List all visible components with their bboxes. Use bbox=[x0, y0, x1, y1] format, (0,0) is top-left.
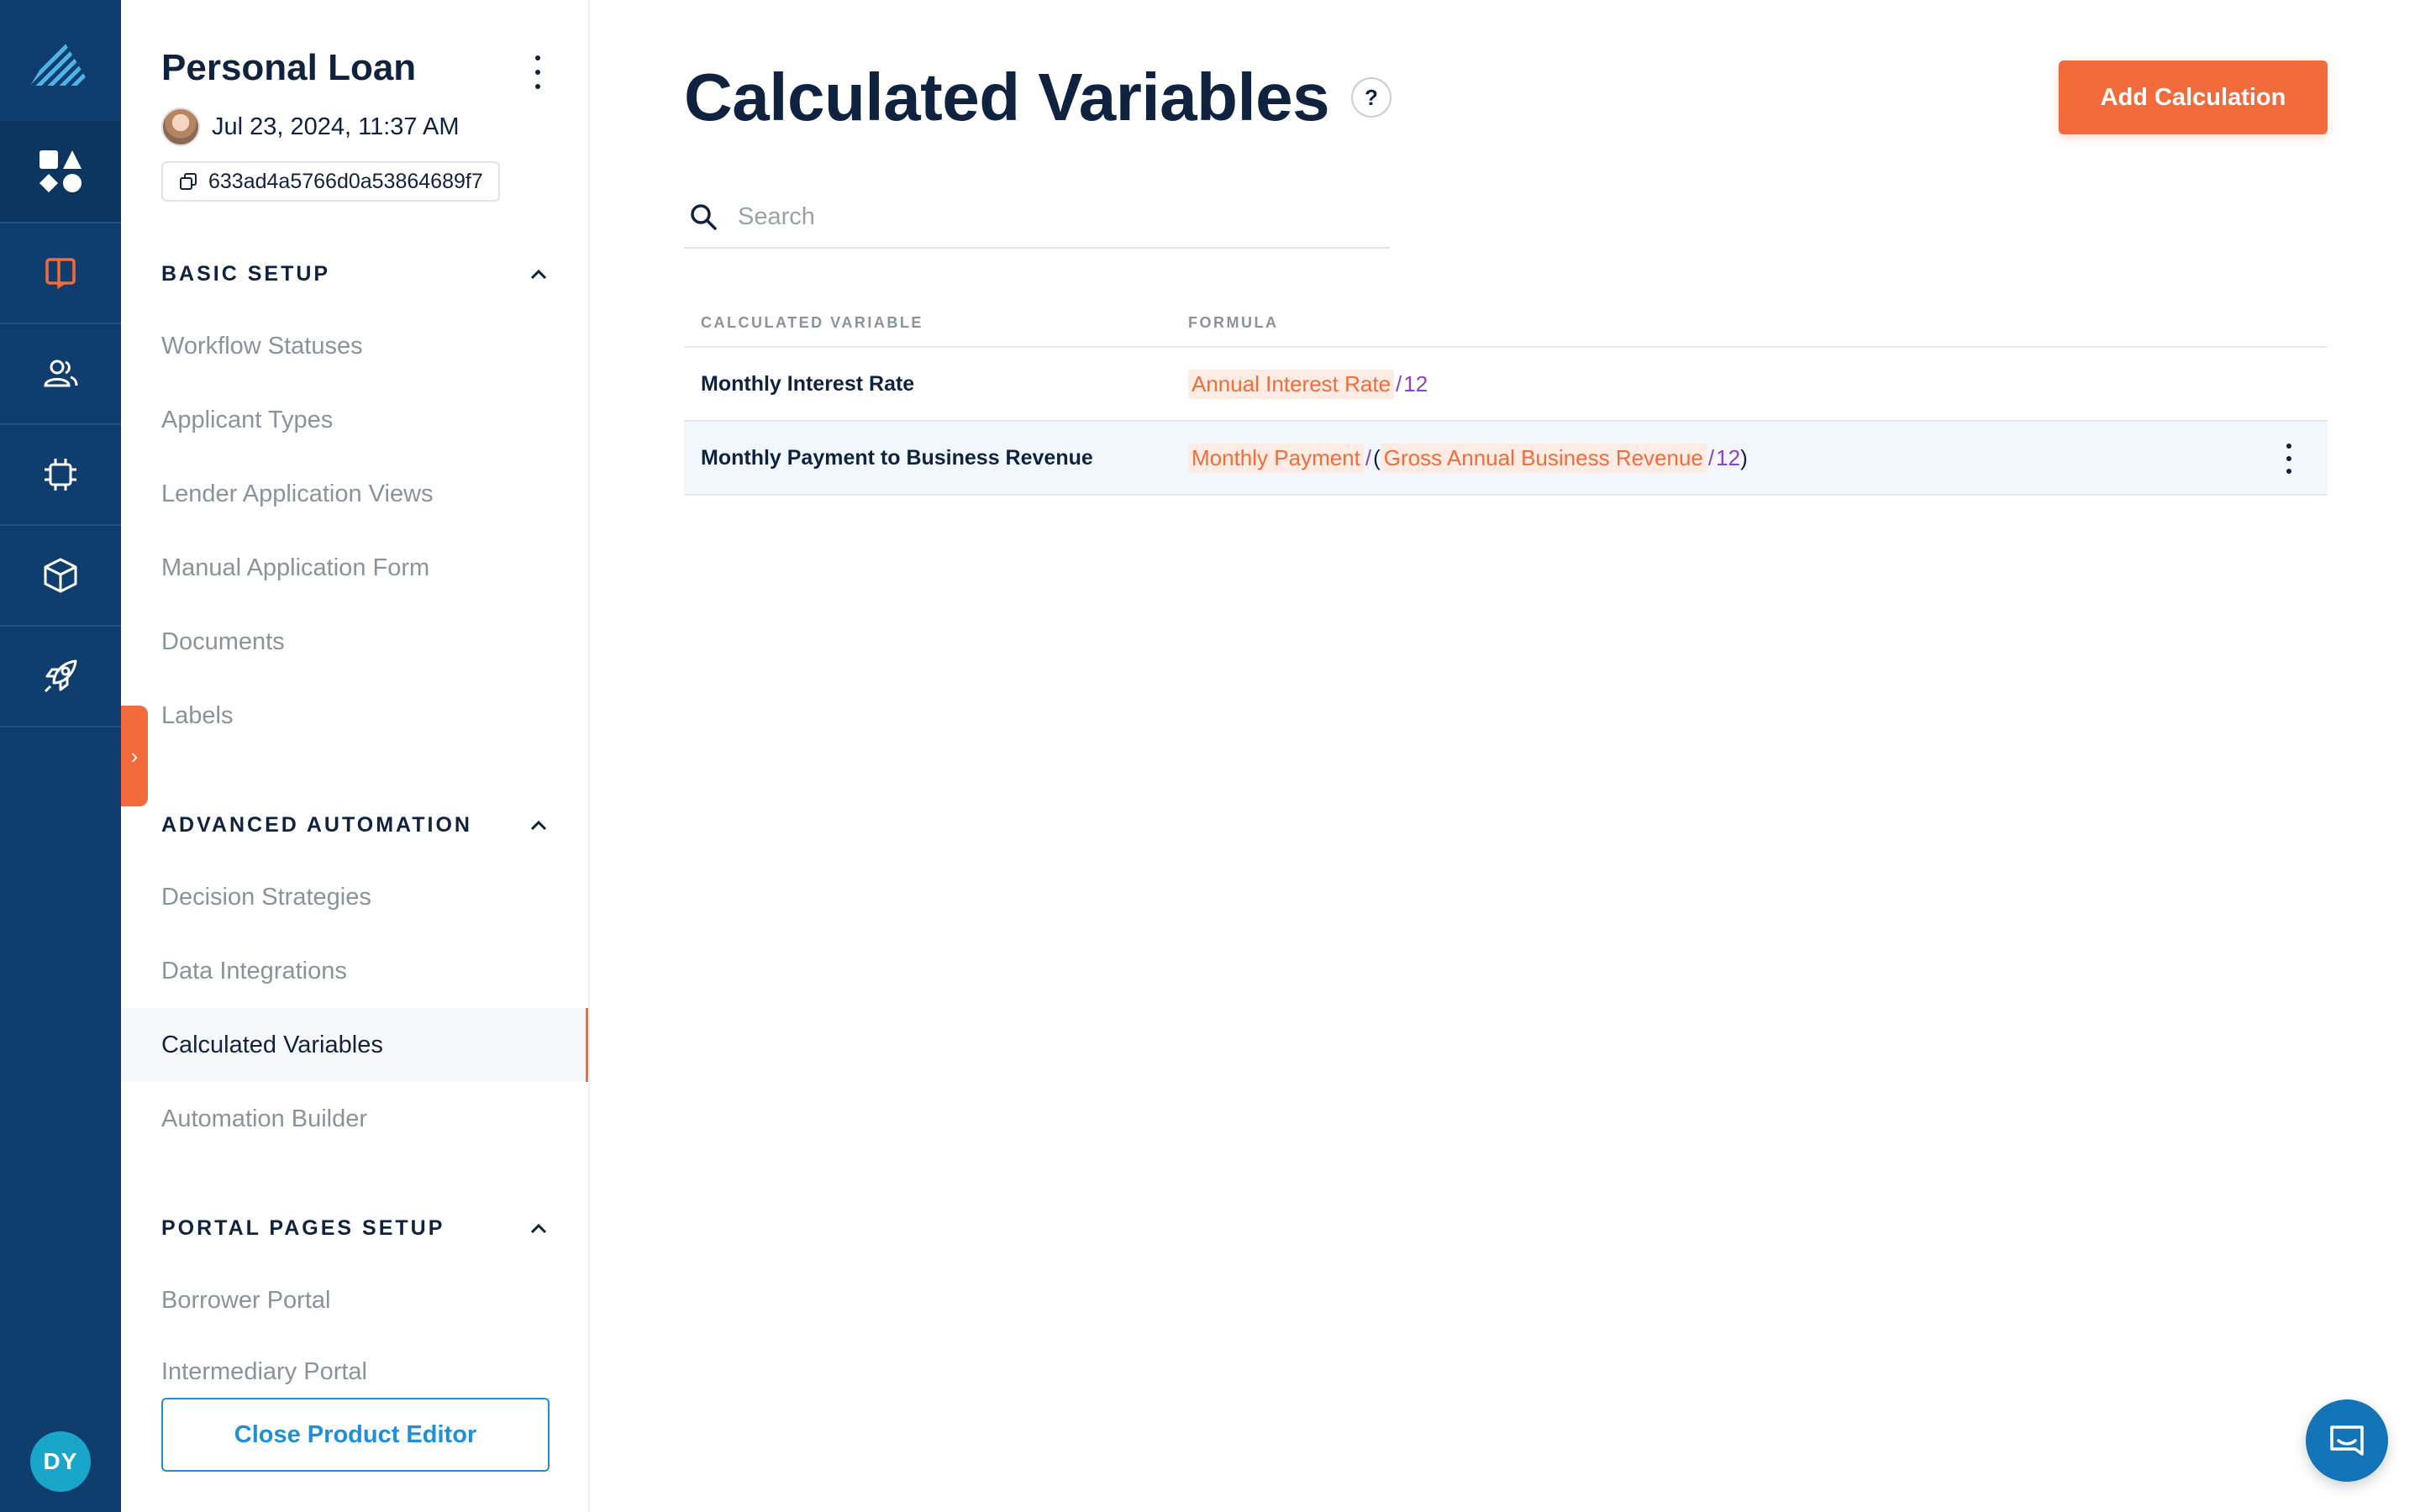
sidebar-item-decision-strategies[interactable]: Decision Strategies bbox=[121, 860, 588, 934]
formula-variable: Monthly Payment bbox=[1188, 443, 1364, 473]
chevron-up-icon bbox=[530, 269, 547, 279]
row-menu-icon[interactable] bbox=[2281, 444, 2297, 474]
formula: Monthly Payment / ( Gross Annual Busines… bbox=[1188, 443, 2328, 473]
variable-name: Monthly Interest Rate bbox=[701, 371, 915, 396]
product-title: Personal Loan bbox=[161, 47, 417, 88]
sidebar-item-applicant-types[interactable]: Applicant Types bbox=[121, 383, 588, 457]
sidebar-item-borrower-portal[interactable]: Borrower Portal bbox=[121, 1263, 588, 1337]
formula-operator: / bbox=[1365, 444, 1372, 470]
page-title: Calculated Variables bbox=[684, 60, 1330, 134]
table-header: CALCULATED VARIABLE FORMULA bbox=[684, 299, 2328, 348]
search-icon bbox=[691, 204, 717, 230]
sidebar-item-labels[interactable]: Labels bbox=[121, 679, 588, 753]
formula: Annual Interest Rate / 12 bbox=[1188, 369, 2328, 399]
product-menu-icon[interactable] bbox=[529, 55, 546, 89]
section-label: BASIC SETUP bbox=[161, 262, 331, 286]
help-icon[interactable]: ? bbox=[1351, 77, 1392, 118]
section-label: PORTAL PAGES SETUP bbox=[161, 1216, 445, 1240]
sidebar-item-lender-application-views[interactable]: Lender Application Views bbox=[121, 457, 588, 531]
chat-launcher-icon[interactable] bbox=[2306, 1399, 2388, 1482]
formula-operator: / bbox=[1396, 370, 1402, 396]
product-sidebar: Personal Loan Jul 23, 2024, 11:37 AM 633… bbox=[121, 0, 590, 1512]
sidebar-item-calculated-variables[interactable]: Calculated Variables bbox=[121, 1008, 588, 1082]
product-id: 633ad4a5766d0a53864689f7 bbox=[208, 169, 483, 193]
product-meta: Jul 23, 2024, 11:37 AM bbox=[161, 108, 460, 146]
formula-number: 12 bbox=[1403, 370, 1428, 396]
sidebar-item-manual-application-form[interactable]: Manual Application Form bbox=[121, 531, 588, 605]
column-header-calculated-variable[interactable]: CALCULATED VARIABLE bbox=[684, 314, 1188, 332]
table-row[interactable]: Monthly Interest Rate Annual Interest Ra… bbox=[684, 348, 2328, 422]
formula-paren: ( bbox=[1373, 444, 1381, 470]
sidebar-item-intermediary-portal[interactable]: Intermediary Portal bbox=[121, 1337, 588, 1406]
formula-variable: Annual Interest Rate bbox=[1188, 369, 1395, 399]
chip-icon[interactable] bbox=[0, 423, 121, 524]
sidebar-item-workflow-statuses[interactable]: Workflow Statuses bbox=[121, 309, 588, 383]
rocket-icon[interactable] bbox=[0, 625, 121, 727]
formula-number: 12 bbox=[1716, 444, 1741, 470]
table-row[interactable]: Monthly Payment to Business Revenue Mont… bbox=[684, 422, 2328, 496]
copy-icon bbox=[180, 173, 197, 190]
chevron-right-icon: › bbox=[130, 743, 139, 769]
calculated-variables-table: CALCULATED VARIABLE FORMULA Monthly Inte… bbox=[684, 299, 2328, 496]
formula-variable: Gross Annual Business Revenue bbox=[1380, 443, 1707, 473]
sidebar-item-data-integrations[interactable]: Data Integrations bbox=[121, 934, 588, 1008]
apps-icon[interactable] bbox=[0, 121, 121, 222]
formula-paren: ) bbox=[1740, 444, 1748, 470]
users-icon[interactable] bbox=[0, 323, 121, 423]
section-label: ADVANCED AUTOMATION bbox=[161, 813, 472, 837]
logo-icon[interactable] bbox=[0, 0, 121, 121]
product-id-copy[interactable]: 633ad4a5766d0a53864689f7 bbox=[161, 161, 500, 202]
variable-name: Monthly Payment to Business Revenue bbox=[701, 445, 1093, 470]
sidebar-collapse-toggle[interactable]: › bbox=[121, 706, 148, 806]
user-avatar[interactable]: DY bbox=[30, 1431, 91, 1492]
section-basic-setup[interactable]: BASIC SETUP bbox=[161, 262, 548, 286]
product-date: Jul 23, 2024, 11:37 AM bbox=[212, 113, 460, 140]
icon-rail: DY bbox=[0, 0, 121, 1512]
chevron-up-icon bbox=[530, 1223, 547, 1233]
add-calculation-button[interactable]: Add Calculation bbox=[2059, 60, 2328, 134]
section-advanced-automation[interactable]: ADVANCED AUTOMATION bbox=[161, 813, 548, 837]
chevron-up-icon bbox=[530, 820, 547, 830]
search-input[interactable] bbox=[738, 202, 1326, 231]
close-product-editor-button[interactable]: Close Product Editor bbox=[161, 1398, 550, 1472]
column-header-formula[interactable]: FORMULA bbox=[1188, 314, 2328, 332]
section-portal-pages-setup[interactable]: PORTAL PAGES SETUP bbox=[161, 1216, 548, 1241]
search-bar bbox=[684, 186, 1390, 249]
editor-avatar bbox=[161, 108, 200, 146]
sidebar-item-automation-builder[interactable]: Automation Builder bbox=[121, 1082, 588, 1156]
sidebar-item-documents[interactable]: Documents bbox=[121, 605, 588, 679]
loan-product-icon[interactable] bbox=[0, 222, 121, 323]
formula-operator: / bbox=[1707, 444, 1715, 470]
cube-icon[interactable] bbox=[0, 524, 121, 625]
